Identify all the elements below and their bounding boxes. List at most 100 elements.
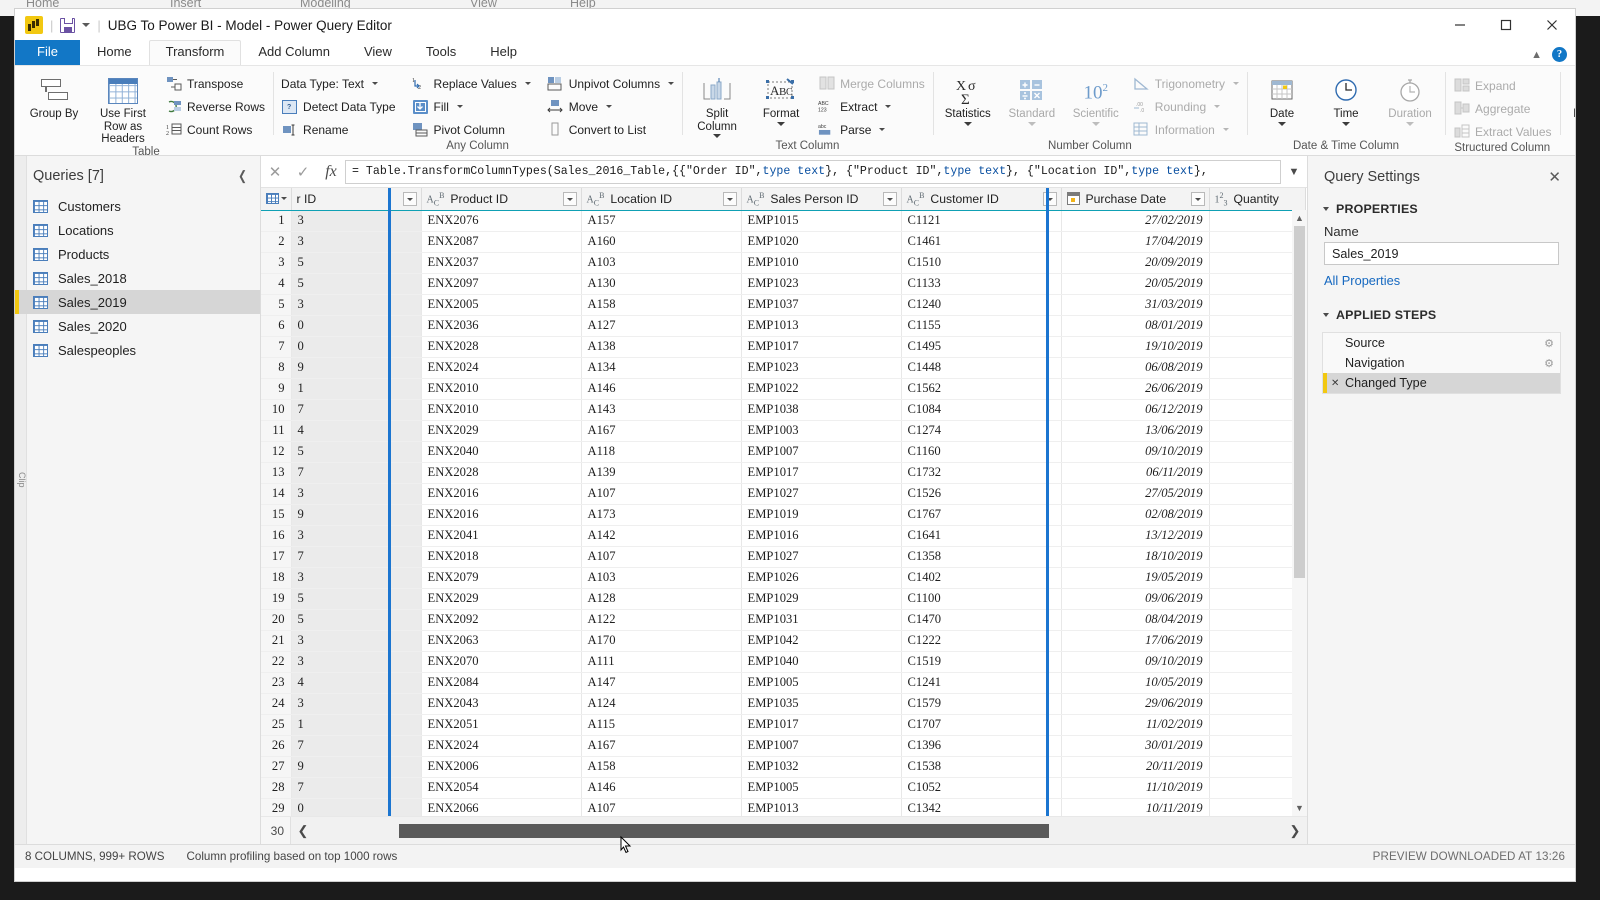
cell-location-id[interactable]: A103 [581,252,742,274]
query-item-products[interactable]: Products [15,242,260,266]
standard-chevron-down-icon[interactable] [1027,121,1036,126]
cell-product-id[interactable]: ENX2010 [421,378,582,400]
cell-quantity[interactable] [1209,756,1306,778]
cell-order-id[interactable]: 0 [291,336,422,358]
cell-order-id[interactable]: 0 [291,315,422,337]
rename-button[interactable]: Rename [277,119,400,140]
cell-location-id[interactable]: A128 [581,588,742,610]
table-row[interactable]: 21 3 ENX2063 A170 EMP1042 C1222 17/06/2019 [261,630,1306,652]
all-properties-link[interactable]: All Properties [1308,265,1575,290]
replace-values-button[interactable]: 12 Replace Values [408,73,535,94]
cell-sales-person-id[interactable]: EMP1015 [741,210,902,232]
cell-purchase-date[interactable]: 27/02/2019 [1061,210,1210,232]
cell-customer-id[interactable]: C1274 [901,420,1062,442]
cell-customer-id[interactable]: C1470 [901,609,1062,631]
cell-location-id[interactable]: A122 [581,609,742,631]
cell-product-id[interactable]: ENX2005 [421,294,582,316]
cell-order-id[interactable]: 7 [291,462,422,484]
cell-customer-id[interactable]: C1358 [901,546,1062,568]
unpivot-columns-button[interactable]: Unpivot Columns [543,73,678,94]
cell-order-id[interactable]: 3 [291,525,422,547]
cell-customer-id[interactable]: C1519 [901,651,1062,673]
query-item-sales-2019[interactable]: Sales_2019 [15,290,260,314]
cell-location-id[interactable]: A139 [581,462,742,484]
column-header-quantity[interactable]: 123 Quantity [1209,188,1306,211]
cell-quantity[interactable] [1209,357,1306,379]
cell-product-id[interactable]: ENX2024 [421,357,582,379]
cell-sales-person-id[interactable]: EMP1010 [741,252,902,274]
filter-dropdown-icon[interactable] [1190,192,1205,206]
row-number-header[interactable] [261,188,292,211]
horizontal-scroll-thumb[interactable] [399,823,1049,838]
cell-order-id[interactable]: 4 [291,672,422,694]
table-row[interactable]: 7 0 ENX2028 A138 EMP1017 C1495 19/10/2019 [261,336,1306,358]
table-row[interactable]: 17 7 ENX2018 A107 EMP1027 C1358 18/10/2019 [261,546,1306,568]
cell-location-id[interactable]: A170 [581,630,742,652]
cell-purchase-date[interactable]: 06/11/2019 [1061,462,1210,484]
cell-sales-person-id[interactable]: EMP1040 [741,651,902,673]
cell-order-id[interactable]: 9 [291,504,422,526]
table-row[interactable]: 25 1 ENX2051 A115 EMP1017 C1707 11/02/2019 [261,714,1306,736]
filter-dropdown-icon[interactable] [1042,192,1057,206]
cell-purchase-date[interactable]: 20/05/2019 [1061,273,1210,295]
cell-customer-id[interactable]: C1510 [901,252,1062,274]
split-column-button[interactable]: Split Column [686,72,748,138]
cell-purchase-date[interactable]: 06/08/2019 [1061,357,1210,379]
trigonometry-button[interactable]: Trigonometry [1129,73,1243,94]
tab-help[interactable]: Help [473,41,534,65]
table-row[interactable]: 11 4 ENX2029 A167 EMP1003 C1274 13/06/2019 [261,420,1306,442]
cell-location-id[interactable]: A158 [581,756,742,778]
table-row[interactable]: 16 3 ENX2041 A142 EMP1016 C1641 13/12/2019 [261,525,1306,547]
cell-location-id[interactable]: A147 [581,672,742,694]
cell-order-id[interactable]: 5 [291,252,422,274]
cell-purchase-date[interactable]: 27/05/2019 [1061,483,1210,505]
cell-customer-id[interactable]: C1241 [901,672,1062,694]
select-all-chevron-down-icon[interactable] [281,197,287,201]
scientific-chevron-down-icon[interactable] [1091,121,1100,126]
cell-order-id[interactable]: 9 [291,756,422,778]
cell-quantity[interactable] [1209,798,1306,816]
cell-sales-person-id[interactable]: EMP1029 [741,588,902,610]
column-header-location-id[interactable]: ACB Location ID [581,188,742,211]
table-row[interactable]: 27 9 ENX2006 A158 EMP1032 C1538 20/11/2019 [261,756,1306,778]
cell-order-id[interactable]: 7 [291,735,422,757]
rounding-chevron-down-icon[interactable] [1214,105,1221,108]
cell-product-id[interactable]: ENX2097 [421,273,582,295]
cell-quantity[interactable] [1209,693,1306,715]
save-icon[interactable] [60,17,76,33]
cell-quantity[interactable] [1209,336,1306,358]
cell-order-id[interactable]: 3 [291,231,422,253]
table-row[interactable]: 22 3 ENX2070 A111 EMP1040 C1519 09/10/2019 [261,651,1306,673]
table-row[interactable]: 8 9 ENX2024 A134 EMP1023 C1448 06/08/2019 [261,357,1306,379]
cell-purchase-date[interactable]: 11/02/2019 [1061,714,1210,736]
cell-quantity[interactable] [1209,609,1306,631]
cell-purchase-date[interactable]: 26/06/2019 [1061,378,1210,400]
cell-quantity[interactable] [1209,504,1306,526]
cell-sales-person-id[interactable]: EMP1037 [741,294,902,316]
cell-sales-person-id[interactable]: EMP1005 [741,777,902,799]
aggregate-button[interactable]: Aggregate [1449,98,1555,119]
cell-product-id[interactable]: ENX2092 [421,609,582,631]
cell-location-id[interactable]: A142 [581,525,742,547]
cell-quantity[interactable] [1209,672,1306,694]
formula-input[interactable]: = Table.TransformColumnTypes(Sales_2016_… [345,159,1281,184]
scroll-down-chevron-icon[interactable]: ▼ [1292,800,1307,816]
extract-chevron-down-icon[interactable] [885,105,892,108]
table-row[interactable]: 23 4 ENX2084 A147 EMP1005 C1241 10/05/2019 [261,672,1306,694]
cell-product-id[interactable]: ENX2087 [421,231,582,253]
query-item-sales-2020[interactable]: Sales_2020 [15,314,260,338]
data-type-button[interactable]: Data Type: Text [277,73,400,94]
cell-customer-id[interactable]: C1396 [901,735,1062,757]
applied-step-source[interactable]: Source ⚙ [1323,333,1560,353]
cell-customer-id[interactable]: C1121 [901,210,1062,232]
cell-location-id[interactable]: A130 [581,273,742,295]
cell-location-id[interactable]: A158 [581,294,742,316]
grid-horizontal-scrollbar[interactable]: ❮ ❯ [291,817,1307,844]
cell-customer-id[interactable]: C1448 [901,357,1062,379]
cell-sales-person-id[interactable]: EMP1017 [741,714,902,736]
cell-order-id[interactable]: 5 [291,441,422,463]
cell-product-id[interactable]: ENX2040 [421,441,582,463]
unpivot-chevron-down-icon[interactable] [668,82,675,85]
cell-product-id[interactable]: ENX2063 [421,630,582,652]
table-row[interactable]: 26 7 ENX2024 A167 EMP1007 C1396 30/01/2019 [261,735,1306,757]
